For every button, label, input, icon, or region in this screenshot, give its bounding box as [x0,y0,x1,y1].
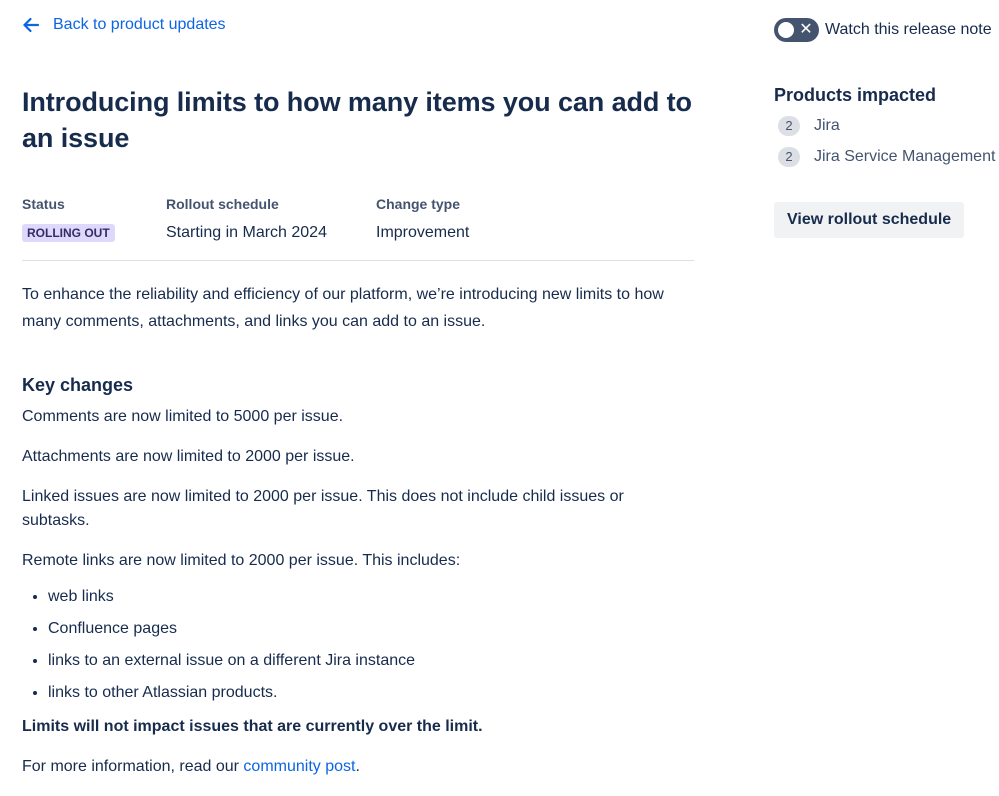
product-count-badge: 2 [778,116,800,136]
more-info-suffix: . [355,758,360,775]
page-title: Introducing limits to how many items you… [22,87,692,153]
list-item: links to an external issue on a differen… [48,649,694,673]
key-changes-heading: Key changes [22,375,134,395]
remote-links-list: web links Confluence pages links to an e… [22,585,694,705]
rollout-value: Starting in March 2024 [166,224,327,241]
more-info-prefix: For more information, read our [22,758,244,775]
release-note-page: Back to product updates Introducing limi… [0,0,999,796]
rollout-column: Rollout schedule Starting in March 2024 [166,195,376,242]
watch-row: ✕ Watch this release note [774,18,999,42]
toggle-knob [778,22,794,38]
product-name: Jira [814,117,840,134]
change-type-column: Change type Improvement [376,195,469,242]
more-info-paragraph: For more information, read our community… [22,755,694,779]
status-column: Status ROLLING OUT [22,195,166,242]
limits-note: Limits will not impact issues that are c… [22,718,483,735]
status-badge: ROLLING OUT [22,224,115,242]
linked-issues-limit-text: Linked issues are now limited to 2000 pe… [22,488,624,529]
product-name: Jira Service Management [814,148,996,165]
remote-links-limit-text: Remote links are now limited to 2000 per… [22,552,461,569]
intro-paragraph: To enhance the reliability and efficienc… [22,286,664,330]
main-content: Introducing limits to how many items you… [22,84,694,779]
list-item: links to other Atlassian products. [48,681,694,705]
arrow-left-icon [22,16,40,34]
watch-label: Watch this release note [825,21,992,38]
comments-limit-text: Comments are now limited to 5000 per iss… [22,408,344,425]
product-item-jira-service-management: 2 Jira Service Management [774,146,999,168]
list-item: Confluence pages [48,617,694,641]
status-label: Status [22,196,65,212]
sidebar: ✕ Watch this release note Products impac… [774,18,999,238]
product-count-badge: 2 [778,147,800,167]
product-item-jira: 2 Jira [774,115,999,137]
watch-toggle[interactable]: ✕ [774,18,819,42]
close-icon: ✕ [799,21,813,38]
list-item: web links [48,585,694,609]
view-rollout-schedule-button[interactable]: View rollout schedule [774,202,965,238]
attachments-limit-text: Attachments are now limited to 2000 per … [22,448,355,465]
release-meta: Status ROLLING OUT Rollout schedule Star… [22,195,694,242]
meta-divider [22,260,694,261]
change-type-label: Change type [376,196,461,212]
back-to-updates-link[interactable]: Back to product updates [22,16,226,34]
community-post-link[interactable]: community post [243,758,355,775]
rollout-label: Rollout schedule [166,196,279,212]
change-type-value: Improvement [376,224,470,241]
back-link-label[interactable]: Back to product updates [53,16,226,34]
products-impacted-heading: Products impacted [774,85,937,105]
